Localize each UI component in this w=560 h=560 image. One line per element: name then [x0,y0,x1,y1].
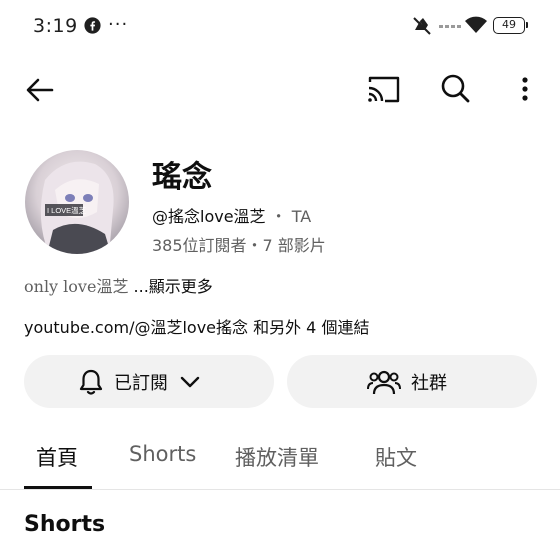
channel-handle-line: @搖念love溫芝 ・ TA [152,203,311,227]
wifi-icon [465,16,487,33]
facebook-icon [84,17,101,34]
shorts-section-heading: Shorts [24,512,106,537]
tab-home[interactable]: 首頁 [36,442,78,472]
bell-icon [79,369,103,395]
search-icon[interactable] [437,70,473,106]
show-more-link[interactable]: ...顯示更多 [134,277,213,296]
avatar-overlay-text: I LOVE溫芝 [47,205,87,215]
community-label: 社群 [411,372,447,394]
channel-name: 瑤念 [152,160,212,195]
channel-handle: @搖念love溫芝 [152,207,266,226]
channel-links[interactable]: youtube.com/@溫芝love搖念 和另外 4 個連結 [24,314,369,338]
battery-icon: 49 [493,17,528,34]
channel-tabs: 首頁 Shorts 播放清單 貼文 [0,430,560,490]
status-more-indicator: ··· [108,14,129,35]
tab-playlists[interactable]: 播放清單 [235,442,319,472]
signal-dots [439,25,461,28]
back-arrow-icon[interactable] [22,72,58,108]
tab-shorts[interactable]: Shorts [129,442,196,466]
cast-icon[interactable] [364,71,404,107]
status-time: 3:19 [33,15,78,37]
subscribed-button[interactable]: 已訂閱 [24,355,274,408]
tab-posts[interactable]: 貼文 [375,442,417,472]
community-icon [367,370,401,394]
handle-separator: ・ [270,207,287,226]
battery-level: 49 [502,18,516,31]
chevron-down-icon [180,376,200,387]
channel-avatar[interactable]: I LOVE溫芝 [25,150,129,254]
channel-stats: 385位訂閱者・7 部影片 [152,236,326,255]
subscribed-label: 已訂閱 [114,372,168,394]
community-button[interactable]: 社群 [287,355,537,408]
mute-icon [413,17,431,35]
description-text: only love溫芝 [24,277,129,296]
more-vert-icon[interactable] [507,70,543,106]
status-bar: 3:19 ··· 49 [0,0,560,52]
active-tab-indicator [24,486,92,489]
channel-description[interactable]: only love溫芝 ...顯示更多 [24,273,213,297]
ta-badge: TA [291,207,312,226]
